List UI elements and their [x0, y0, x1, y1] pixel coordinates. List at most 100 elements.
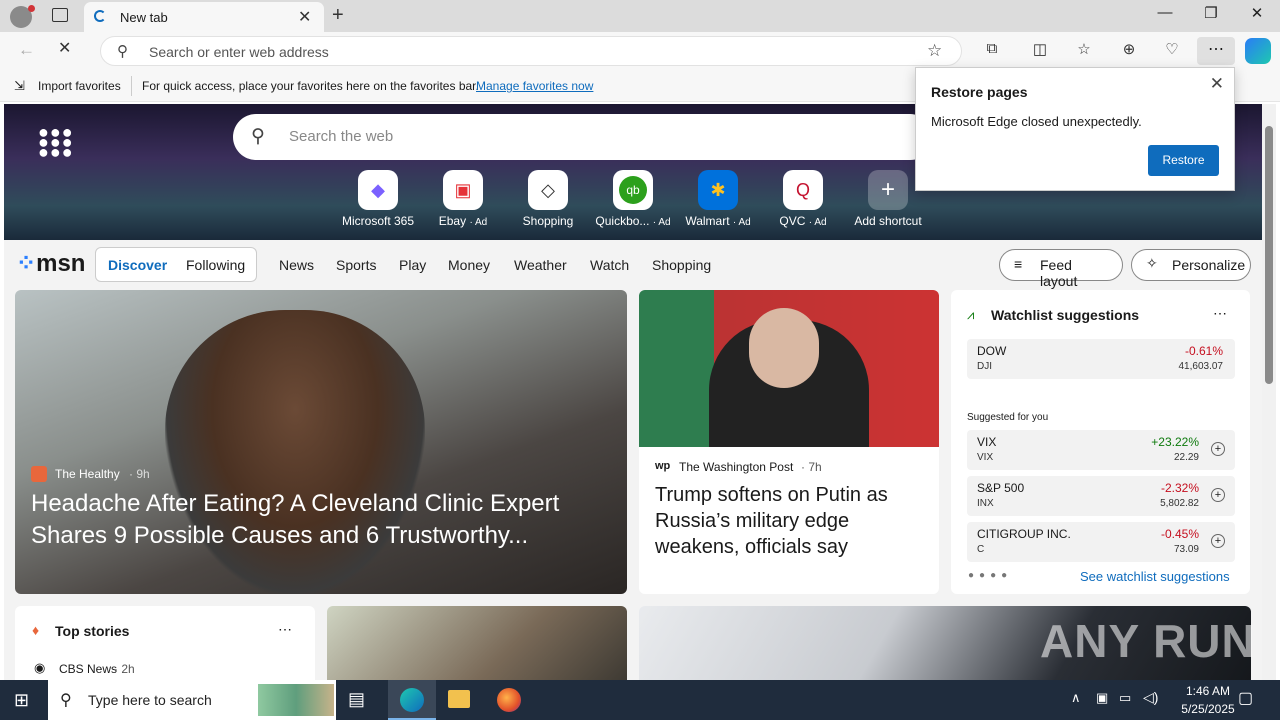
firefox-icon[interactable] [497, 688, 521, 712]
shortcut-microsoft-365[interactable]: ◆ Microsoft 365 [338, 170, 418, 228]
close-window-icon[interactable]: ✕ [1234, 4, 1280, 28]
popup-message: Microsoft Edge closed unexpectedly. [931, 114, 1142, 129]
favorites-icon[interactable]: ☆ [1072, 40, 1096, 62]
stock-symbol: VIX [977, 452, 994, 463]
tab-following[interactable]: Following [186, 257, 245, 273]
carousel-dots[interactable]: ●●●● [968, 570, 1012, 581]
network-icon[interactable]: ▭ [1119, 690, 1131, 706]
cbs-logo: ◉ [34, 660, 46, 675]
stock-change: -2.32% [1160, 481, 1199, 495]
favorite-star-icon[interactable]: ☆ [927, 41, 942, 61]
story-source: The Washington Post [679, 460, 794, 474]
shortcut-qvc[interactable]: Q QVC · Ad [763, 170, 843, 228]
import-favorites-button[interactable]: Import favorites [38, 79, 121, 93]
collections-icon[interactable]: ⊕ [1117, 40, 1141, 62]
restore-pages-popup: Restore pages ✕ Microsoft Edge closed un… [915, 67, 1235, 191]
nav-money[interactable]: Money [448, 257, 490, 273]
chevron-up-icon[interactable]: ∧ [1071, 690, 1081, 706]
story-image-card[interactable] [327, 606, 627, 680]
apps-grid-icon[interactable]: ●●● ●●● ●●● [38, 123, 74, 161]
stock-change: -0.45% [1160, 527, 1199, 541]
nav-sports[interactable]: Sports [336, 257, 376, 273]
browser-essentials-icon[interactable]: ♡ [1160, 40, 1184, 62]
tab-actions-icon[interactable] [52, 8, 68, 22]
flame-icon: ♦ [32, 622, 40, 638]
shortcut-quickbooks[interactable]: qb Quickbo... · Ad [593, 170, 673, 228]
quickbooks-icon: qb [613, 170, 653, 210]
stop-loading-icon[interactable]: ✕ [58, 41, 72, 57]
watchlist-row[interactable]: CITIGROUP INC. C -0.45% 73.09 + [967, 522, 1235, 562]
more-options-icon[interactable]: ⋯ [278, 621, 292, 638]
minimize-icon[interactable]: — [1142, 4, 1188, 28]
copilot-icon[interactable] [1245, 38, 1271, 64]
stock-change: -0.61% [1184, 344, 1223, 358]
shortcut-walmart[interactable]: ✱ Walmart · Ad [678, 170, 758, 228]
sliders-icon: ≡ [1014, 256, 1023, 272]
shopping-tag-icon: ◇ [528, 170, 568, 210]
nav-news[interactable]: News [279, 257, 314, 273]
shortcut-shopping[interactable]: ◇ Shopping [508, 170, 588, 228]
stock-symbol: C [977, 544, 985, 555]
new-tab-icon[interactable]: + [332, 4, 344, 27]
close-icon[interactable]: ✕ [1210, 74, 1224, 94]
add-to-watchlist-icon[interactable]: + [1211, 488, 1225, 502]
more-options-icon[interactable]: ⋯ [1213, 305, 1227, 322]
restore-window-icon[interactable]: ❐ [1188, 4, 1234, 28]
sparkle-icon: ✧ [1146, 255, 1158, 271]
manage-favorites-link[interactable]: Manage favorites now [476, 79, 593, 93]
extensions-icon[interactable]: ⧉ [980, 40, 1004, 62]
watchlist-row[interactable]: DOW DJI -0.61% 41,603.07 [967, 339, 1235, 379]
notifications-icon[interactable]: ▢ [1238, 688, 1253, 708]
tab-discover[interactable]: Discover [108, 257, 167, 273]
wapo-logo: wp [655, 460, 671, 472]
tab-new-tab[interactable]: New tab ✕ [84, 2, 324, 32]
add-to-watchlist-icon[interactable]: + [1211, 534, 1225, 548]
close-tab-icon[interactable]: ✕ [298, 7, 311, 27]
story-headline: Trump softens on Putin as Russia’s milit… [655, 484, 888, 558]
stock-name: VIX [977, 435, 997, 449]
personalize-button[interactable]: ✧ Personalize [1131, 249, 1251, 281]
shortcut-ebay[interactable]: ▣ Ebay · Ad [423, 170, 503, 228]
scrollbar-thumb[interactable] [1265, 126, 1273, 384]
back-icon[interactable]: ← [18, 40, 35, 60]
add-to-watchlist-icon[interactable]: + [1211, 442, 1225, 456]
address-bar[interactable]: ⚲ Search or enter web address ☆ [100, 36, 962, 66]
search-icon: ⚲ [117, 43, 128, 60]
stock-value: 41,603.07 [1178, 361, 1224, 372]
see-watchlist-link[interactable]: See watchlist suggestions [1080, 569, 1230, 584]
taskbar-search[interactable]: ⚲ Type here to search [48, 680, 336, 720]
taskbar-search-placeholder: Type here to search [88, 692, 212, 708]
web-search-box[interactable]: ⚲ Search the web [233, 114, 933, 160]
story-age: · 9h [129, 467, 150, 481]
volume-icon[interactable]: ◁) [1143, 689, 1158, 706]
popup-title: Restore pages [931, 84, 1028, 100]
feed-layout-button[interactable]: ≡ Feed layout [999, 249, 1123, 289]
split-screen-icon[interactable]: ◫ [1028, 40, 1052, 62]
nav-play[interactable]: Play [399, 257, 426, 273]
ebay-icon: ▣ [443, 170, 483, 210]
nav-watch[interactable]: Watch [590, 257, 629, 273]
story-card[interactable]: wp The Washington Post · 7h Trump soften… [639, 290, 939, 594]
qvc-icon: Q [783, 170, 823, 210]
watchlist-row[interactable]: VIX VIX +23.22% 22.29 + [967, 430, 1235, 470]
nav-shopping[interactable]: Shopping [652, 257, 711, 273]
favorites-hint: For quick access, place your favorites h… [142, 79, 479, 93]
lead-headline: Headache After Eating? A Cleveland Clini… [31, 490, 560, 549]
task-view-icon[interactable]: ▤ [348, 689, 365, 710]
clock-time[interactable]: 1:46 AM [1172, 684, 1244, 698]
settings-more-icon[interactable]: ⋯ [1197, 37, 1235, 65]
windows-start-icon[interactable]: ⊞ [14, 690, 34, 710]
nav-weather[interactable]: Weather [514, 257, 567, 273]
taskbar-edge[interactable] [388, 680, 436, 720]
stock-name: CITIGROUP INC. [977, 527, 1071, 541]
file-explorer-icon[interactable] [448, 690, 470, 708]
watchlist-row[interactable]: S&P 500 INX -2.32% 5,802.82 + [967, 476, 1235, 516]
stock-value: 5,802.82 [1160, 498, 1199, 509]
plus-icon: + [868, 170, 908, 210]
search-icon: ⚲ [251, 126, 265, 147]
device-icon[interactable]: ▣ [1096, 690, 1108, 706]
lead-story-card[interactable]: The Healthy · 9h Headache After Eating? … [15, 290, 627, 594]
msn-logo[interactable]: ⁘msn [16, 249, 85, 278]
restore-button[interactable]: Restore [1148, 145, 1219, 176]
watchlist-title: Watchlist suggestions [991, 307, 1140, 323]
